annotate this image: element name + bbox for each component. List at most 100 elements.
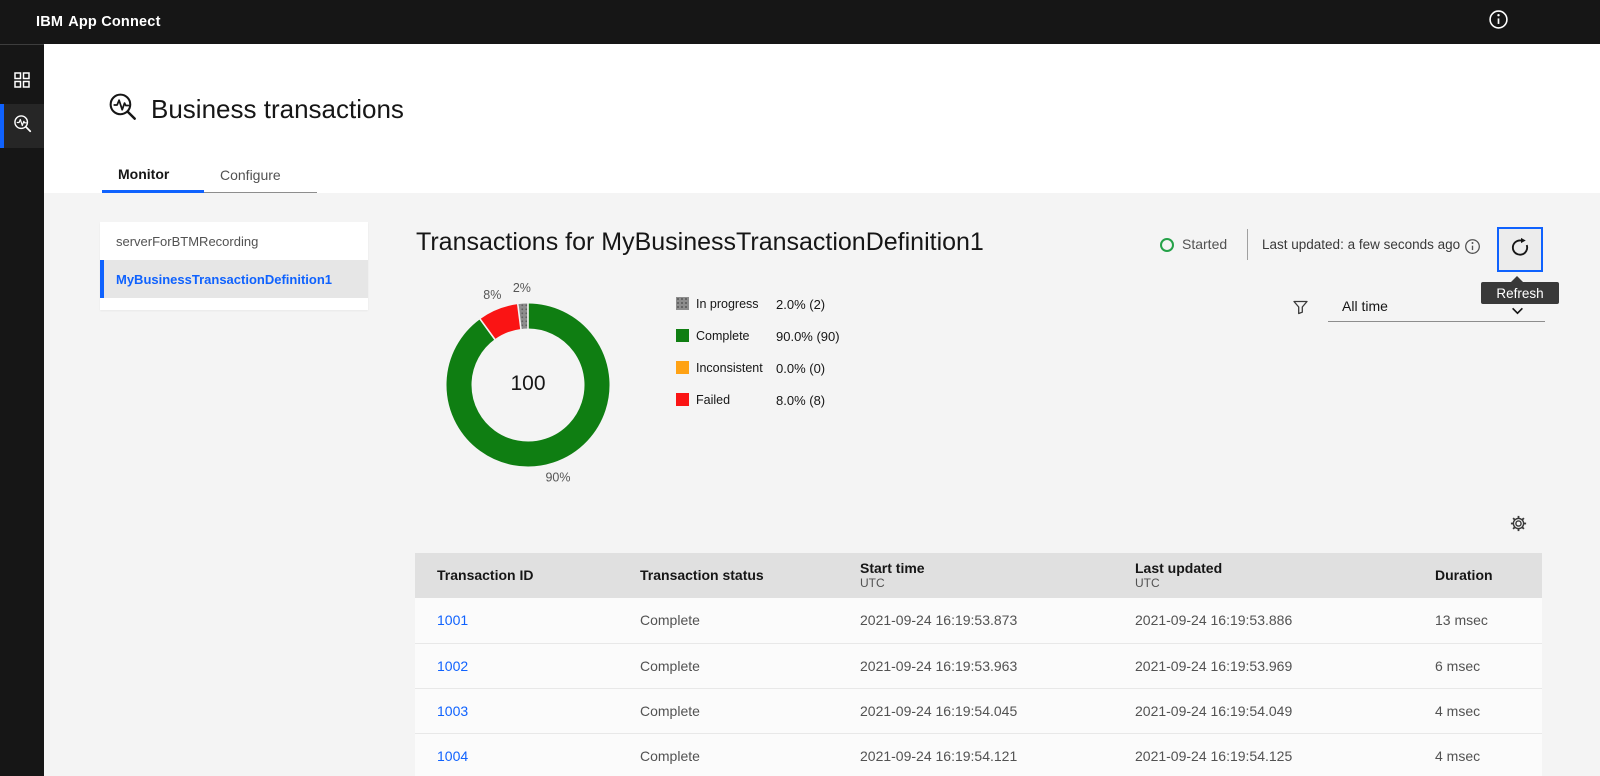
rail-item-app-switcher[interactable] xyxy=(0,60,44,104)
column-header-label: Transaction ID xyxy=(437,568,618,583)
info-icon xyxy=(1488,9,1509,35)
tab-monitor[interactable]: Monitor xyxy=(102,157,204,193)
transactions-heading: Transactions for MyBusinessTransactionDe… xyxy=(416,228,984,257)
table-row: 1002 Complete2021-09-24 16:19:53.9632021-… xyxy=(415,643,1542,688)
legend-item-failed[interactable]: Failed 8.0% (8) xyxy=(676,384,926,416)
transaction-id-link[interactable]: 1004 xyxy=(437,748,468,764)
donut-slice-failed xyxy=(487,317,519,330)
filter-button[interactable] xyxy=(1286,296,1314,324)
app-switcher-icon xyxy=(12,70,32,95)
nav-item-definition-label: MyBusinessTransactionDefinition1 xyxy=(116,272,332,287)
transactions-table: Transaction IDTransaction statusStart ti… xyxy=(415,553,1542,776)
transaction-id-link[interactable]: 1003 xyxy=(437,703,468,719)
column-header-sublabel: UTC xyxy=(1135,576,1413,590)
donut-center-total: 100 xyxy=(413,369,643,399)
donut-percentage-label: 2% xyxy=(513,281,531,295)
legend-value: 0.0% (0) xyxy=(776,361,825,376)
legend-value: 2.0% (2) xyxy=(776,297,825,312)
cell-last-updated: 2021-09-24 16:19:54.049 xyxy=(1113,688,1413,733)
page-title-row: Business transactions xyxy=(106,90,404,128)
cell-status: Complete xyxy=(618,643,838,688)
column-header: Last updatedUTC xyxy=(1113,553,1413,598)
cell-duration: 4 msec xyxy=(1413,688,1542,733)
cell-last-updated: 2021-09-24 16:19:54.125 xyxy=(1113,733,1413,776)
cell-duration: 13 msec xyxy=(1413,598,1542,643)
business-transactions-icon xyxy=(12,113,33,139)
definition-list-panel: serverForBTMRecording MyBusinessTransact… xyxy=(100,222,368,310)
brand-product: App Connect xyxy=(68,14,160,30)
transactions-table-body: 1001Complete2021-09-24 16:19:53.8732021-… xyxy=(415,598,1542,776)
legend-label: In progress xyxy=(696,297,759,311)
transactions-donut-chart: 90% 8% 2% 100 xyxy=(413,268,643,504)
nav-panel-footer xyxy=(100,298,368,310)
last-updated-text: Last updated: a few seconds ago xyxy=(1262,237,1460,252)
legend-label: Complete xyxy=(696,329,750,343)
donut-percentage-label: 90% xyxy=(545,470,570,484)
legend-item-in-progress[interactable]: In progress 2.0% (2) xyxy=(676,288,926,320)
started-status-icon xyxy=(1160,238,1174,252)
cell-transaction-id: 1004 xyxy=(415,733,618,776)
column-header: Start timeUTC xyxy=(838,553,1113,598)
refresh-button[interactable] xyxy=(1497,227,1543,272)
transaction-id-link[interactable]: 1001 xyxy=(437,612,468,628)
legend-item-complete[interactable]: Complete 90.0% (90) xyxy=(676,320,926,352)
chart-legend: In progress 2.0% (2) Complete 90.0% (90) Inc… xyxy=(676,288,926,416)
header-info-button[interactable] xyxy=(1484,8,1512,36)
nav-item-server-label: serverForBTMRecording xyxy=(116,234,258,249)
brand-ibm: IBM xyxy=(36,14,63,30)
donut-slice-in-progress xyxy=(519,316,528,317)
rail-item-business-transactions[interactable] xyxy=(0,104,44,148)
column-header-label: Last updated xyxy=(1135,561,1413,576)
nav-item-definition[interactable]: MyBusinessTransactionDefinition1 xyxy=(100,260,368,298)
business-transactions-icon xyxy=(106,90,139,128)
legend-label: Inconsistent xyxy=(696,361,763,375)
app-window: IBM App Connect xyxy=(0,0,1600,776)
cell-duration: 4 msec xyxy=(1413,733,1542,776)
legend-swatch xyxy=(676,329,689,342)
info-icon xyxy=(1464,238,1481,260)
refresh-tooltip-label: Refresh xyxy=(1496,286,1543,301)
tab-monitor-label: Monitor xyxy=(118,166,169,182)
legend-item-inconsistent[interactable]: Inconsistent 0.0% (0) xyxy=(676,352,926,384)
cell-duration: 6 msec xyxy=(1413,643,1542,688)
table-settings-button[interactable] xyxy=(1504,512,1532,540)
cell-start-time: 2021-09-24 16:19:54.121 xyxy=(838,733,1113,776)
time-filter-value: All time xyxy=(1342,298,1388,314)
table-row: 1001Complete2021-09-24 16:19:53.8732021-… xyxy=(415,598,1542,643)
cell-last-updated: 2021-09-24 16:19:53.969 xyxy=(1113,643,1413,688)
table-row: 1003Complete2021-09-24 16:19:54.0452021-… xyxy=(415,688,1542,733)
legend-label: Failed xyxy=(696,393,730,407)
chevron-down-icon xyxy=(1511,302,1524,318)
cell-transaction-id: 1003 xyxy=(415,688,618,733)
header-divider xyxy=(1247,229,1248,260)
transactions-table-head-row: Transaction IDTransaction statusStart ti… xyxy=(415,553,1542,598)
left-nav-rail xyxy=(0,44,44,776)
legend-swatch xyxy=(676,297,689,310)
cell-status: Complete xyxy=(618,688,838,733)
column-header: Duration xyxy=(1413,553,1542,598)
brand: IBM App Connect xyxy=(36,14,161,30)
column-header-sublabel: UTC xyxy=(860,576,1113,590)
legend-value: 90.0% (90) xyxy=(776,329,840,344)
nav-item-server[interactable]: serverForBTMRecording xyxy=(100,222,368,260)
cell-transaction-id: 1001 xyxy=(415,598,618,643)
column-header-label: Duration xyxy=(1435,568,1542,583)
column-header-label: Start time xyxy=(860,561,1113,576)
started-status-label: Started xyxy=(1182,236,1227,252)
legend-swatch xyxy=(676,361,689,374)
transaction-id-link[interactable]: 1002 xyxy=(437,658,468,674)
last-updated-info-button[interactable] xyxy=(1461,238,1483,260)
cell-transaction-id: 1002 xyxy=(415,643,618,688)
filter-icon xyxy=(1292,299,1309,321)
donut-percentage-label: 8% xyxy=(483,288,501,302)
settings-gear-icon xyxy=(1510,515,1527,537)
cell-status: Complete xyxy=(618,733,838,776)
tab-configure[interactable]: Configure xyxy=(204,157,317,193)
top-header-bar: IBM App Connect xyxy=(0,0,1600,44)
legend-swatch xyxy=(676,393,689,406)
cell-start-time: 2021-09-24 16:19:53.963 xyxy=(838,643,1113,688)
legend-value: 8.0% (8) xyxy=(776,393,825,408)
tab-configure-label: Configure xyxy=(220,167,281,183)
page-title: Business transactions xyxy=(151,94,404,125)
cell-last-updated: 2021-09-24 16:19:53.886 xyxy=(1113,598,1413,643)
